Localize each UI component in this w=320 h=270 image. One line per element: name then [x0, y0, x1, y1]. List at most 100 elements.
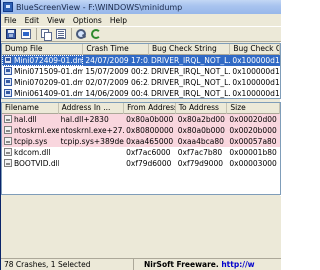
driver-filename: BOOTVID.dll	[14, 159, 59, 168]
column-header-to-address[interactable]: To Address	[176, 103, 228, 114]
nirsoft-credit: NirSoft Freeware.	[144, 259, 219, 269]
address-in-stack	[59, 158, 125, 169]
html-report-button[interactable]	[19, 28, 33, 41]
to-address: 0xaa4bca80	[175, 136, 228, 147]
crash-file: Mini070209-01.dmp	[14, 78, 84, 87]
address-in-stack: tcpip.sys+389de	[58, 136, 125, 147]
driver-file-cell: kdcom.dll	[2, 147, 59, 158]
from-address: 0x80800000	[124, 125, 176, 136]
column-header-size[interactable]: Size	[227, 103, 280, 114]
column-header-bug-check-code[interactable]: Bug Check Code	[230, 44, 280, 55]
crash-file: Mini061409-01.dmp	[14, 89, 84, 98]
driver-filename: hal.dll	[14, 115, 37, 124]
window-background	[1, 196, 281, 258]
copy-button[interactable]	[39, 28, 53, 41]
save-icon	[6, 29, 16, 39]
crash-file-cell: Mini072409-01.dmp	[2, 55, 84, 66]
menu-edit[interactable]: Edit	[25, 16, 40, 25]
address-in-stack: ntoskrnl.exe+27...	[58, 125, 125, 136]
crash-time: 15/07/2009 00:2...	[85, 67, 149, 76]
html-report-icon	[21, 29, 31, 39]
driver-file-icon	[4, 137, 12, 145]
bug-check-string: DRIVER_IRQL_NOT_L...	[150, 67, 231, 76]
crash-row[interactable]: Mini070209-01.dmp 02/07/2009 06:2... DRI…	[2, 77, 280, 88]
to-address: 0xf7ac7b80	[177, 148, 223, 157]
menu-options[interactable]: Options	[73, 16, 102, 25]
bug-check-code: 0x100000d1	[232, 78, 280, 87]
driver-filename: ntoskrnl.exe	[14, 126, 59, 135]
crash-time: 14/06/2009 00:4...	[85, 89, 149, 98]
crash-file: Mini071509-01.dmp	[14, 67, 84, 76]
title-bar[interactable]: BlueScreenView - F:\WINDOWS\minidump	[1, 0, 281, 14]
to-address: 0x80a2bd00	[175, 114, 228, 125]
driver-file-cell: BOOTVID.dll	[2, 158, 59, 169]
crash-file-cell: Mini061409-01.dmp	[2, 88, 84, 98]
crash-list[interactable]: Dump File Crash Time Bug Check String Bu…	[1, 43, 281, 99]
properties-icon	[56, 29, 66, 39]
app-icon	[3, 2, 13, 12]
crash-list-header: Dump File Crash Time Bug Check String Bu…	[2, 44, 280, 55]
menu-view[interactable]: View	[47, 16, 65, 25]
column-header-crash-time[interactable]: Crash Time	[83, 44, 149, 55]
refresh-icon	[91, 29, 101, 39]
from-address: 0x80a0b000	[124, 114, 176, 125]
driver-row[interactable]: BOOTVID.dll 0xf79d6000 0xf79d9000 0x0000…	[2, 158, 280, 169]
crash-row[interactable]: Mini061409-01.dmp 14/06/2009 00:4... DRI…	[2, 88, 280, 98]
driver-row[interactable]: hal.dll hal.dll+2830 0x80a0b000 0x80a2bd…	[2, 114, 280, 125]
toolbar	[1, 26, 281, 42]
driver-file-cell: ntoskrnl.exe	[2, 125, 59, 136]
driver-row[interactable]: tcpip.sys tcpip.sys+389de 0xaa465000 0xa…	[2, 136, 280, 147]
column-header-from-address[interactable]: From Address	[124, 103, 176, 114]
crash-row[interactable]: Mini071509-01.dmp 15/07/2009 00:2... DRI…	[2, 66, 280, 77]
crash-time: 24/07/2009 17:0...	[83, 55, 149, 66]
bug-check-string: DRIVER_IRQL_NOT_L...	[148, 55, 231, 66]
column-header-bug-check-string[interactable]: Bug Check String	[149, 44, 231, 55]
driver-list-header: Filename Address In ... From Address To …	[2, 103, 280, 114]
status-crash-count: 78 Crashes, 1 Selected	[1, 258, 134, 270]
refresh-button[interactable]	[89, 28, 103, 41]
crash-file-cell: Mini071509-01.dmp	[2, 66, 83, 77]
driver-filename: kdcom.dll	[14, 148, 51, 157]
dump-file-icon	[4, 78, 12, 86]
address-in-stack: hal.dll+2830	[58, 114, 125, 125]
crash-row[interactable]: Mini072409-01.dmp 24/07/2009 17:0... DRI…	[2, 55, 280, 66]
driver-row[interactable]: kdcom.dll 0xf7ac6000 0xf7ac7b80 0x00001b…	[2, 147, 280, 158]
to-address: 0x80a0b000	[175, 125, 228, 136]
properties-button[interactable]	[54, 28, 68, 41]
driver-filename: tcpip.sys	[14, 137, 48, 146]
crash-file: Mini072409-01.dmp	[14, 56, 84, 65]
to-address: 0xf79d9000	[177, 159, 223, 168]
driver-file-cell: tcpip.sys	[2, 136, 59, 147]
window-title: BlueScreenView - F:\WINDOWS\minidump	[16, 2, 183, 12]
bluescreenview-window: BlueScreenView - F:\WINDOWS\minidump Fil…	[0, 0, 281, 270]
from-address: 0xf7ac6000	[126, 148, 171, 157]
driver-file-icon	[4, 115, 12, 123]
driver-size: 0x00057a80	[227, 136, 280, 147]
driver-row[interactable]: ntoskrnl.exe ntoskrnl.exe+27... 0x808000…	[2, 125, 280, 136]
dump-file-icon	[4, 67, 12, 75]
column-header-dump-file[interactable]: Dump File	[2, 44, 84, 55]
column-header-address-in-stack[interactable]: Address In ...	[59, 103, 125, 114]
find-icon	[76, 29, 86, 39]
toolbar-separator	[36, 28, 37, 40]
find-button[interactable]	[74, 28, 88, 41]
bug-check-string: DRIVER_IRQL_NOT_L...	[150, 78, 231, 87]
driver-file-icon	[4, 148, 12, 156]
driver-size: 0x0020b000	[227, 125, 280, 136]
driver-file-icon	[4, 159, 12, 167]
driver-size: 0x00020d00	[227, 114, 280, 125]
bug-check-code: 0x100000d1	[232, 67, 280, 76]
menu-file[interactable]: File	[4, 16, 17, 25]
toolbar-separator	[71, 28, 72, 40]
driver-file-icon	[4, 126, 12, 134]
column-header-filename[interactable]: Filename	[2, 103, 59, 114]
status-credits: NirSoft Freeware. http://w	[134, 259, 255, 270]
driver-size: 0x00001b80	[229, 148, 277, 157]
dump-file-icon	[4, 89, 12, 97]
save-button[interactable]	[4, 28, 18, 41]
crash-time: 02/07/2009 06:2...	[85, 78, 149, 87]
status-bar: 78 Crashes, 1 Selected NirSoft Freeware.…	[1, 258, 281, 270]
driver-list[interactable]: Filename Address In ... From Address To …	[1, 102, 281, 195]
nirsoft-link[interactable]: http://w	[221, 260, 254, 269]
menu-help[interactable]: Help	[110, 16, 127, 25]
